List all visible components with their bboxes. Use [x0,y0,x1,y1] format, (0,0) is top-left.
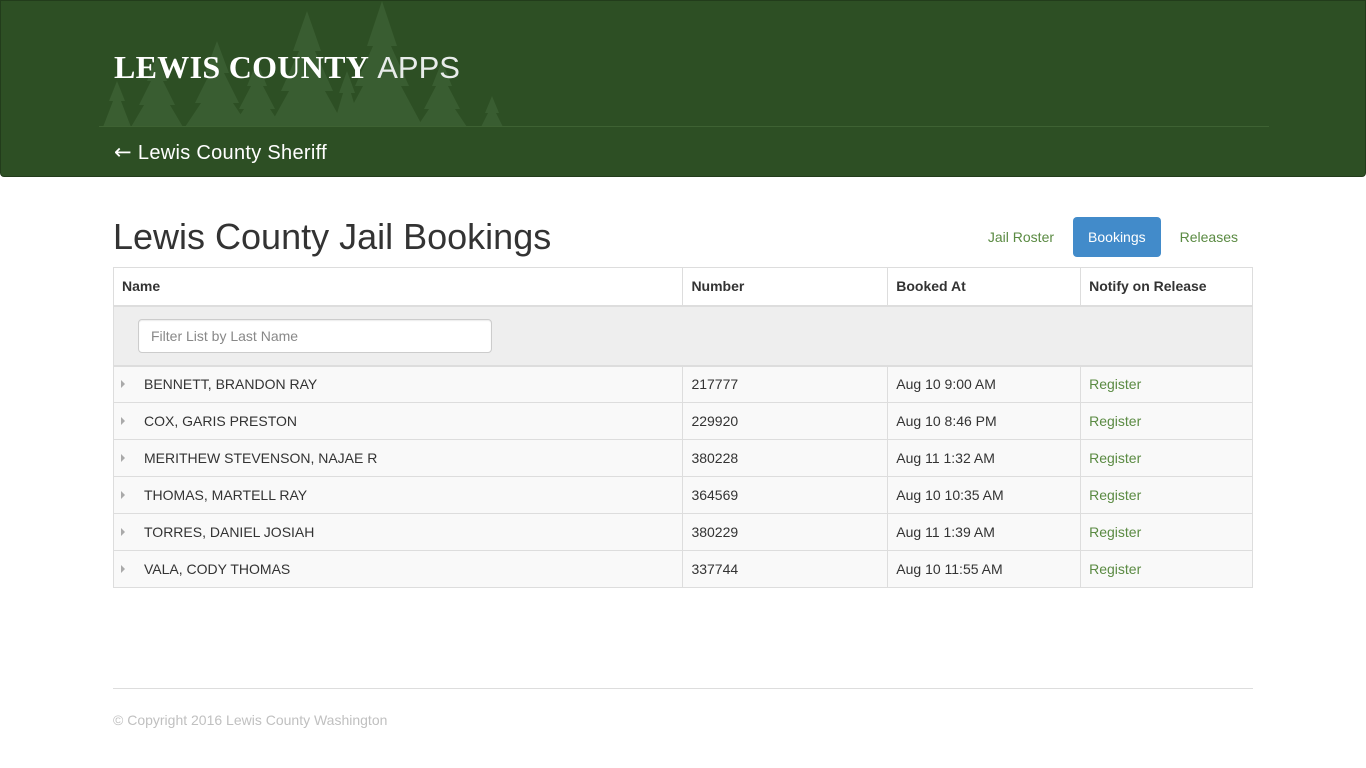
table-row[interactable]: MERITHEW STEVENSON, NAJAE R 380228 Aug 1… [112,439,1253,477]
expand-caret-icon[interactable] [121,417,125,425]
brand-logo[interactable]: LEWIS COUNTY APPS [114,49,460,86]
expand-caret-icon[interactable] [121,565,125,573]
notify-cell: Register [1080,402,1253,440]
inmate-name: COX, GARIS PRESTON [144,413,297,429]
site-header: LEWIS COUNTY APPS ← Lewis County Sheriff [0,0,1366,177]
header-divider [99,126,1269,127]
expand-caret-icon[interactable] [121,380,125,389]
register-link[interactable]: Register [1089,487,1141,503]
name-cell[interactable]: TORRES, DANIEL JOSIAH [112,513,684,551]
booked-at: Aug 11 1:32 AM [887,439,1082,477]
back-link-label: Lewis County Sheriff [137,142,327,164]
name-cell[interactable]: VALA, CODY THOMAS [112,550,684,588]
register-link[interactable]: Register [1089,561,1141,577]
notify-cell: Register [1080,476,1253,514]
expand-caret-icon[interactable] [121,454,125,462]
back-arrow-icon: ← [114,140,132,164]
booking-number: 380228 [682,439,889,477]
notify-cell: Register [1080,365,1253,403]
booking-number: 364569 [682,476,889,514]
inmate-name: VALA, CODY THOMAS [144,561,291,577]
table-row[interactable]: THOMAS, MARTELL RAY 364569 Aug 10 10:35 … [112,476,1253,514]
table-row[interactable]: COX, GARIS PRESTON 229920 Aug 10 8:46 PM… [112,402,1253,440]
booked-at: Aug 10 8:46 PM [887,402,1082,440]
booking-number: 380229 [682,513,889,551]
booked-at: Aug 10 10:35 AM [887,476,1082,514]
column-header-notify[interactable]: Notify on Release [1080,267,1253,307]
booking-number: 217777 [682,365,889,403]
booking-number: 229920 [682,402,889,440]
expand-caret-icon[interactable] [121,491,125,499]
booked-at: Aug 10 9:00 AM [887,365,1082,403]
name-cell[interactable]: THOMAS, MARTELL RAY [112,476,684,514]
table-row[interactable]: BENNETT, BRANDON RAY 217777 Aug 10 9:00 … [112,365,1253,403]
nav-jail-roster[interactable]: Jail Roster [973,217,1069,257]
inmate-name: TORRES, DANIEL JOSIAH [144,524,315,540]
booking-number: 337744 [682,550,889,588]
table-header-row: Name Number Booked At Notify on Release [112,267,1253,307]
column-header-booked-at[interactable]: Booked At [887,267,1082,307]
notify-cell: Register [1080,550,1253,588]
inmate-name: MERITHEW STEVENSON, NAJAE R [144,450,378,466]
name-cell[interactable]: MERITHEW STEVENSON, NAJAE R [112,439,684,477]
nav-bookings[interactable]: Bookings [1073,217,1161,257]
name-cell[interactable]: BENNETT, BRANDON RAY [112,365,684,403]
copyright-text: © Copyright 2016 Lewis County Washington [113,712,388,728]
back-to-sheriff-link[interactable]: ← Lewis County Sheriff [114,140,327,165]
filter-row [113,305,1253,367]
table-row[interactable]: VALA, CODY THOMAS 337744 Aug 10 11:55 AM… [112,550,1253,588]
register-link[interactable]: Register [1089,524,1141,540]
inmate-name: THOMAS, MARTELL RAY [144,487,308,503]
register-link[interactable]: Register [1089,376,1141,392]
footer-divider [113,688,1253,689]
register-link[interactable]: Register [1089,413,1141,429]
register-link[interactable]: Register [1089,450,1141,466]
filter-cell [113,305,1253,367]
table-row[interactable]: TORRES, DANIEL JOSIAH 380229 Aug 11 1:39… [112,513,1253,551]
nav-releases[interactable]: Releases [1165,217,1253,257]
brand-name: LEWIS COUNTY [114,49,370,85]
column-header-number[interactable]: Number [682,267,889,307]
notify-cell: Register [1080,513,1253,551]
inmate-name: BENNETT, BRANDON RAY [144,376,318,393]
page-title: Lewis County Jail Bookings [113,216,552,257]
notify-cell: Register [1080,439,1253,477]
booked-at: Aug 10 11:55 AM [887,550,1082,588]
expand-caret-icon[interactable] [121,528,125,536]
bookings-table: Name Number Booked At Notify on Release … [112,267,1253,588]
booked-at: Aug 11 1:39 AM [887,513,1082,551]
name-cell[interactable]: COX, GARIS PRESTON [112,402,684,440]
brand-suffix: APPS [377,50,460,85]
filter-last-name-input[interactable] [138,318,492,353]
section-nav: Jail Roster Bookings Releases [973,217,1253,257]
column-header-name[interactable]: Name [112,267,684,307]
